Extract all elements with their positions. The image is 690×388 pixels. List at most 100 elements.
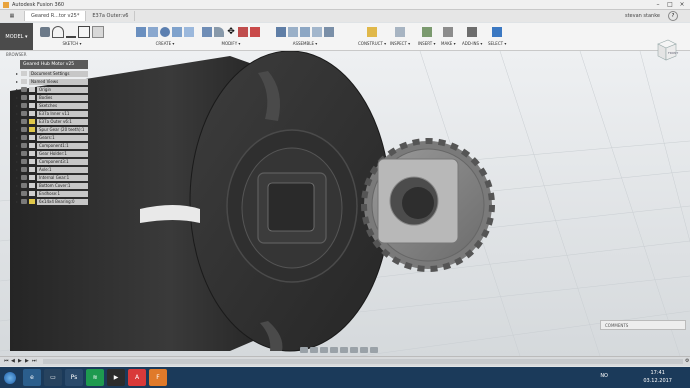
display-settings-icon[interactable] xyxy=(350,347,358,353)
browser-item-origin[interactable]: ▸ Origin xyxy=(16,86,88,93)
extrude-icon[interactable] xyxy=(148,26,158,37)
step-back-icon[interactable]: ◀ xyxy=(11,359,16,364)
combine-icon[interactable] xyxy=(250,26,260,37)
go-to-end-icon[interactable]: ⏭ xyxy=(32,359,37,364)
stop-sketch-icon[interactable] xyxy=(92,25,104,38)
measure-icon[interactable] xyxy=(395,26,406,37)
tab-geared-motor[interactable]: Geared R...tor v25* xyxy=(25,11,87,21)
start-button[interactable] xyxy=(0,367,20,388)
visibility-eye-icon[interactable] xyxy=(21,103,27,108)
browser-item-component[interactable]: ▸ Axle:1 xyxy=(16,166,88,173)
play-icon[interactable]: ▶ xyxy=(18,359,23,364)
orbit-icon[interactable] xyxy=(300,347,308,353)
visibility-eye-icon[interactable] xyxy=(21,151,27,156)
fillet-icon[interactable] xyxy=(214,26,224,37)
browser-item-component[interactable]: ▸ Spur Gear (20 teeth):1 xyxy=(16,126,88,133)
press-pull-icon[interactable] xyxy=(202,26,212,37)
viewcube[interactable]: FRONT xyxy=(652,36,680,62)
shell-icon[interactable] xyxy=(238,26,248,37)
assemble-group[interactable]: ASSEMBLE ▾ xyxy=(276,25,334,46)
browser-root-component[interactable]: Geared Hub Motor v25 xyxy=(20,60,88,69)
browser-item-component[interactable]: ▸ 6x14x4 Bearing:0 xyxy=(16,198,88,205)
grid-settings-icon[interactable] xyxy=(360,347,368,353)
new-component-icon[interactable] xyxy=(276,26,286,37)
visibility-eye-icon[interactable] xyxy=(21,127,27,132)
step-forward-icon[interactable]: ▶ xyxy=(25,359,30,364)
fusion-360-taskbar-icon[interactable]: F xyxy=(149,369,167,386)
help-icon[interactable]: ? xyxy=(668,11,678,21)
tab-e37a-outer[interactable]: E37a Outer:v6 xyxy=(86,11,136,21)
zoom-icon[interactable] xyxy=(330,347,338,353)
browser-item-document-settings[interactable]: ▸ Document Settings xyxy=(16,70,88,77)
as-built-joint-icon[interactable] xyxy=(300,26,310,37)
rigid-group-icon[interactable] xyxy=(324,26,334,37)
visibility-eye-icon[interactable] xyxy=(21,191,27,196)
insert-image-icon[interactable] xyxy=(421,26,432,37)
language-indicator[interactable]: NO xyxy=(600,373,608,379)
rectangle-icon[interactable] xyxy=(78,25,90,38)
visibility-eye-icon[interactable] xyxy=(21,135,27,140)
pan-icon[interactable] xyxy=(320,347,328,353)
timeline-settings-icon[interactable]: ⚙ xyxy=(685,359,690,364)
inspect-group[interactable]: INSPECT ▾ xyxy=(390,25,410,46)
make-group[interactable]: MAKE ▾ xyxy=(441,25,456,46)
browser-item-component[interactable]: ▸ Component3:1 xyxy=(16,158,88,165)
workspace-switcher[interactable]: MODEL ▾ xyxy=(0,23,33,50)
construct-group[interactable]: CONSTRUCT ▾ xyxy=(358,25,386,46)
browser-item-component[interactable]: ▸ Internal Gear:1 xyxy=(16,174,88,181)
visibility-eye-icon[interactable] xyxy=(21,111,27,116)
visibility-eye-icon[interactable] xyxy=(21,183,27,188)
browser-item-component[interactable]: ▸ Gears:1 xyxy=(16,134,88,141)
sketch-group[interactable]: SKETCH ▾ xyxy=(40,25,104,46)
sketch-icon[interactable] xyxy=(40,26,50,37)
browser-item-component[interactable]: ▸ E37a Inner v11 xyxy=(16,110,88,117)
visibility-eye-icon[interactable] xyxy=(21,159,27,164)
sweep-icon[interactable] xyxy=(172,26,182,37)
move-icon[interactable]: ✥ xyxy=(226,27,236,37)
spur-gear[interactable] xyxy=(361,138,495,272)
revolve-icon[interactable] xyxy=(160,26,170,37)
grid-menu-icon[interactable]: ▦ xyxy=(0,11,25,21)
visibility-eye-icon[interactable] xyxy=(21,175,27,180)
visibility-eye-icon[interactable] xyxy=(21,87,27,92)
browser-item-component[interactable]: ▸ Bottom Cover:1 xyxy=(16,182,88,189)
file-explorer-icon[interactable]: ▭ xyxy=(44,369,62,386)
browser-item-component[interactable]: ▸ E37a Outer v6:1 xyxy=(16,118,88,125)
insert-group[interactable]: INSERT ▾ xyxy=(418,25,435,46)
arc-icon[interactable] xyxy=(52,25,64,38)
user-name[interactable]: stevan stanke xyxy=(625,13,660,19)
visibility-eye-icon[interactable] xyxy=(21,95,27,100)
visibility-eye-icon[interactable] xyxy=(21,199,27,204)
photoshop-icon[interactable]: Ps xyxy=(65,369,83,386)
timeline-track[interactable] xyxy=(43,359,683,364)
browser-item-component[interactable]: ▸ Gear Holder:1 xyxy=(16,150,88,157)
browser-item-component[interactable]: ▸ Component1:1 xyxy=(16,142,88,149)
loft-icon[interactable] xyxy=(184,26,194,37)
look-at-icon[interactable] xyxy=(310,347,318,353)
go-to-start-icon[interactable]: ⏮ xyxy=(4,359,9,364)
viewports-icon[interactable] xyxy=(370,347,378,353)
media-player-icon[interactable]: ▶ xyxy=(107,369,125,386)
pdf-reader-icon[interactable]: A xyxy=(128,369,146,386)
add-ins-group[interactable]: ADD-INS ▾ xyxy=(462,25,482,46)
visibility-eye-icon[interactable] xyxy=(21,143,27,148)
internet-explorer-icon[interactable]: e xyxy=(23,369,41,386)
3d-print-icon[interactable] xyxy=(443,26,454,37)
browser-item-sketches[interactable]: ▸ Sketches xyxy=(16,102,88,109)
joint-icon[interactable] xyxy=(288,26,298,37)
maximize-icon[interactable]: □ xyxy=(664,0,676,9)
box-icon[interactable] xyxy=(136,26,146,37)
spotify-icon[interactable]: ≋ xyxy=(86,369,104,386)
minimize-icon[interactable]: – xyxy=(652,0,664,9)
visibility-eye-icon[interactable] xyxy=(21,119,27,124)
browser-item-bodies[interactable]: ▸ Bodies xyxy=(16,94,88,101)
scripts-icon[interactable] xyxy=(467,26,478,37)
select-group[interactable]: SELECT ▾ xyxy=(488,25,506,46)
close-icon[interactable]: × xyxy=(676,0,688,9)
joint-origin-icon[interactable] xyxy=(312,26,322,37)
visibility-eye-icon[interactable] xyxy=(21,167,27,172)
browser-header[interactable]: BROWSER xyxy=(6,52,66,59)
modify-group[interactable]: ✥ MODIFY ▾ xyxy=(202,25,260,46)
browser-item-component[interactable]: ▸ Endhose:1 xyxy=(16,190,88,197)
system-clock[interactable]: 17:41 03.12.2017 xyxy=(643,369,672,385)
